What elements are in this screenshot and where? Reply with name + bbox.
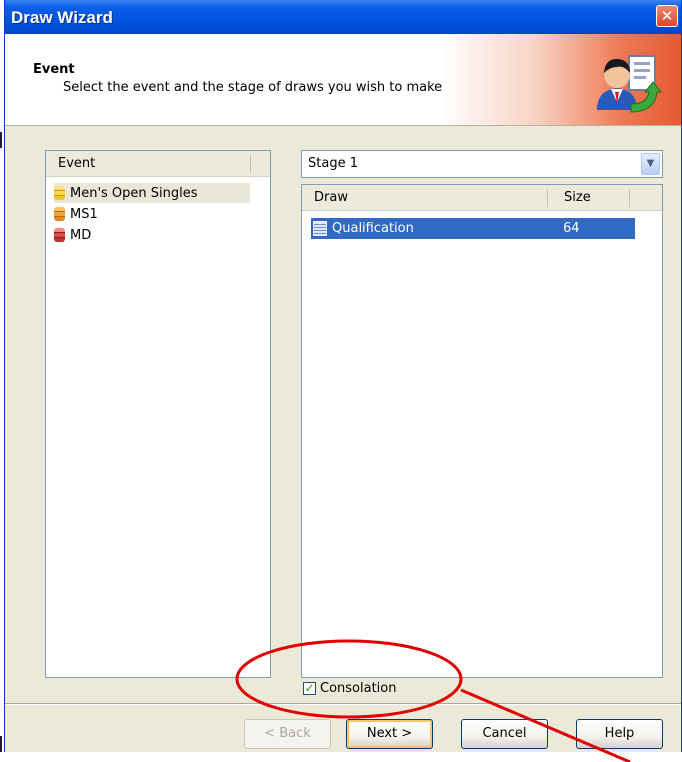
draw-wizard-window: Draw Wizard ✕ Event Select the event and… — [4, 0, 682, 752]
header-title: Event — [33, 62, 75, 77]
draw-size: 64 — [563, 221, 580, 236]
close-button[interactable]: ✕ — [656, 5, 678, 27]
draw-list-header[interactable]: Draw Size — [302, 185, 662, 211]
back-button[interactable]: < Back — [244, 719, 331, 749]
event-item-label: MD — [70, 227, 92, 243]
event-list-header[interactable]: Event — [46, 151, 270, 177]
column-separator[interactable] — [250, 155, 251, 173]
draw-list[interactable]: Draw Size Qualification 64 — [301, 184, 663, 678]
database-orange-icon — [54, 207, 65, 221]
title-bar[interactable]: Draw Wizard ✕ — [5, 0, 681, 34]
edge-tick — [0, 736, 2, 752]
database-yellow-icon — [54, 186, 65, 200]
consolation-checkbox-row[interactable]: ✓ Consolation — [303, 681, 396, 696]
size-column-header[interactable]: Size — [564, 190, 591, 205]
draw-document-icon — [313, 221, 327, 236]
chevron-down-icon[interactable]: ▼ — [641, 153, 660, 175]
user-document-icon — [597, 55, 663, 113]
draw-name: Qualification — [332, 221, 414, 236]
event-item-label: MS1 — [70, 206, 98, 222]
footer-divider — [5, 703, 681, 705]
next-button[interactable]: Next > — [346, 719, 433, 749]
consolation-checkbox[interactable]: ✓ — [303, 682, 316, 695]
stage-select-value: Stage 1 — [308, 156, 358, 171]
column-separator[interactable] — [547, 189, 548, 207]
draw-row[interactable]: Qualification 64 — [311, 218, 635, 239]
cancel-button[interactable]: Cancel — [461, 719, 548, 749]
edge-tick — [0, 132, 2, 148]
event-item[interactable]: Men's Open Singles — [54, 183, 250, 203]
event-column-header[interactable]: Event — [58, 156, 95, 171]
event-list[interactable]: Event Men's Open Singles MS1 MD — [45, 150, 271, 678]
help-button[interactable]: Help — [576, 719, 663, 749]
event-item[interactable]: MS1 — [54, 204, 98, 224]
draw-column-header[interactable]: Draw — [314, 190, 348, 205]
stage-select[interactable]: Stage 1 ▼ — [301, 150, 663, 178]
database-red-icon — [54, 228, 65, 242]
window-title: Draw Wizard — [11, 8, 113, 27]
consolation-label[interactable]: Consolation — [320, 681, 396, 696]
column-separator[interactable] — [629, 189, 630, 207]
event-item[interactable]: MD — [54, 225, 91, 245]
event-item-label: Men's Open Singles — [70, 185, 198, 201]
wizard-header: Event Select the event and the stage of … — [5, 34, 681, 126]
header-subtitle: Select the event and the stage of draws … — [63, 80, 443, 95]
